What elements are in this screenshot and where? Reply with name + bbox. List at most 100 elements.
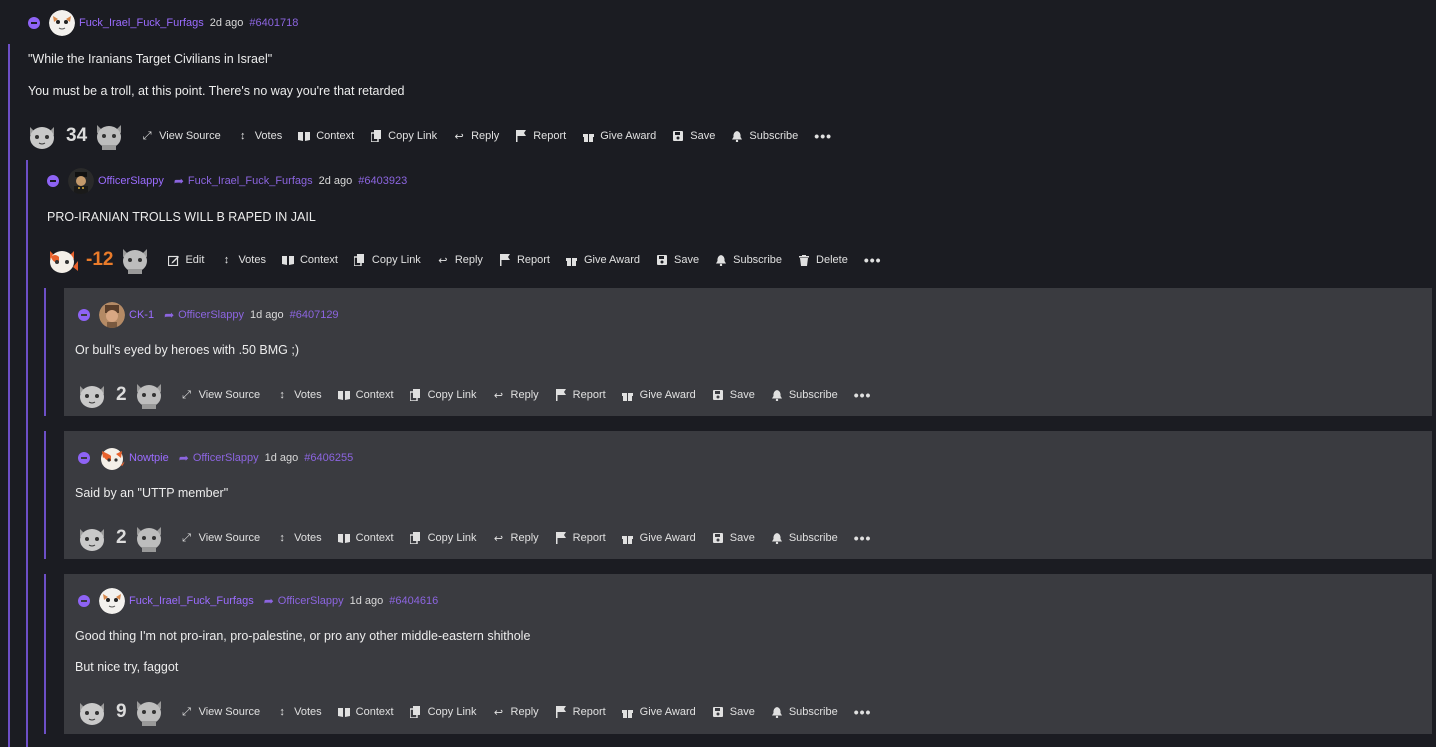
ellipsis-icon[interactable]: ••• (854, 530, 872, 546)
reply-button[interactable]: ↩ Reply (453, 130, 499, 143)
ellipsis-icon[interactable]: ••• (814, 128, 832, 144)
context-button[interactable]: Context (281, 254, 338, 266)
comment-body: Good thing I'm not pro-iran, pro-palesti… (75, 629, 1422, 674)
view-source-button[interactable]: ⤢ View Source (181, 532, 260, 545)
reply-button[interactable]: ↩ Reply (437, 254, 483, 267)
thread-line-level-1[interactable] (26, 160, 28, 747)
reply-to-link[interactable]: ➦ OfficerSlappy (164, 308, 244, 322)
cat-upvote-icon[interactable] (44, 242, 80, 278)
delete-button[interactable]: Delete (798, 254, 848, 266)
copy-link-button[interactable]: Copy Link (410, 389, 477, 401)
comment-header: Nowtpie ➦ OfficerSlappy 1d ago #6406255 (78, 445, 1422, 471)
bell-icon (771, 389, 783, 401)
cat-downvote-icon[interactable] (131, 694, 167, 730)
comment-id-link[interactable]: #6404616 (389, 595, 438, 607)
give-award-button[interactable]: Give Award (566, 254, 640, 266)
cat-downvote-icon[interactable] (91, 118, 127, 154)
view-source-button[interactable]: ⤢ View Source (141, 130, 221, 143)
cat-downvote-icon[interactable] (117, 242, 153, 278)
thread-line-level-2a[interactable] (44, 288, 46, 416)
ellipsis-icon[interactable]: ••• (854, 704, 872, 720)
report-button[interactable]: Report (499, 254, 550, 266)
ellipsis-icon[interactable]: ••• (864, 252, 882, 268)
bell-icon (731, 130, 743, 142)
view-source-button[interactable]: ⤢ View Source (181, 389, 260, 402)
copy-link-button[interactable]: Copy Link (410, 706, 477, 718)
subscribe-button[interactable]: Subscribe (715, 254, 782, 266)
votes-button[interactable]: ↕ Votes (220, 254, 266, 266)
avatar[interactable] (99, 588, 125, 614)
cat-upvote-icon[interactable] (74, 694, 110, 730)
report-button[interactable]: Report (555, 532, 606, 544)
thread-line-level-2b[interactable] (44, 431, 46, 559)
give-award-button[interactable]: Give Award (582, 130, 656, 142)
context-button[interactable]: Context (337, 389, 394, 401)
collapse-icon[interactable] (47, 175, 59, 187)
give-award-button[interactable]: Give Award (622, 532, 696, 544)
reply-button[interactable]: ↩ Reply (493, 706, 539, 719)
edit-button[interactable]: Edit (167, 254, 204, 266)
save-button[interactable]: Save (656, 254, 699, 266)
username-link[interactable]: Fuck_Irael_Fuck_Furfags (129, 595, 254, 607)
username-link[interactable]: OfficerSlappy (98, 175, 164, 187)
reply-arrow-icon: ➦ (173, 174, 184, 188)
save-button[interactable]: Save (712, 706, 755, 718)
copy-link-button[interactable]: Copy Link (354, 254, 421, 266)
comment-id-link[interactable]: #6407129 (290, 309, 339, 321)
action-label: Reply (454, 254, 483, 266)
username-link[interactable]: Fuck_Irael_Fuck_Furfags (79, 17, 204, 29)
reply-button[interactable]: ↩ Reply (493, 532, 539, 545)
avatar[interactable] (99, 302, 125, 328)
give-award-button[interactable]: Give Award (622, 706, 696, 718)
avatar[interactable] (68, 168, 94, 194)
copy-link-button[interactable]: Copy Link (410, 532, 477, 544)
save-button[interactable]: Save (712, 532, 755, 544)
comment-id-link[interactable]: #6401718 (249, 17, 298, 29)
subscribe-button[interactable]: Subscribe (771, 706, 838, 718)
timestamp: 1d ago (349, 595, 384, 607)
collapse-icon[interactable] (28, 17, 40, 29)
save-button[interactable]: Save (712, 389, 755, 401)
give-award-button[interactable]: Give Award (622, 389, 696, 401)
cat-upvote-icon[interactable] (74, 377, 110, 413)
report-button[interactable]: Report (515, 130, 566, 142)
votes-button[interactable]: ↕ Votes (276, 706, 321, 718)
report-button[interactable]: Report (555, 706, 606, 718)
context-button[interactable]: Context (337, 532, 394, 544)
votes-button[interactable]: ↕ Votes (237, 130, 282, 142)
comment-id-link[interactable]: #6406255 (304, 452, 353, 464)
context-button[interactable]: Context (298, 130, 354, 142)
collapse-icon[interactable] (78, 309, 90, 321)
thread-line-root[interactable] (8, 44, 10, 747)
reply-to-link[interactable]: ➦ Fuck_Irael_Fuck_Furfags (174, 174, 313, 188)
save-button[interactable]: Save (672, 130, 715, 142)
username-link[interactable]: Nowtpie (129, 452, 169, 464)
subscribe-button[interactable]: Subscribe (771, 389, 838, 401)
username-link[interactable]: CK-1 (129, 309, 154, 321)
cat-downvote-icon[interactable] (131, 520, 167, 556)
avatar[interactable] (49, 10, 75, 36)
subscribe-button[interactable]: Subscribe (771, 532, 838, 544)
cat-upvote-icon[interactable] (24, 118, 60, 154)
view-source-button[interactable]: ⤢ View Source (181, 706, 260, 719)
votes-button[interactable]: ↕ Votes (276, 532, 321, 544)
report-button[interactable]: Report (555, 389, 606, 401)
comment-id-link[interactable]: #6403923 (358, 175, 407, 187)
avatar[interactable] (99, 445, 125, 471)
collapse-icon[interactable] (78, 595, 90, 607)
context-button[interactable]: Context (337, 706, 394, 718)
cat-upvote-icon[interactable] (74, 520, 110, 556)
reply-to-link[interactable]: ➦ OfficerSlappy (264, 594, 344, 608)
subscribe-button[interactable]: Subscribe (731, 130, 798, 142)
ellipsis-icon[interactable]: ••• (854, 387, 872, 403)
copy-link-button[interactable]: Copy Link (370, 130, 437, 142)
reply-button[interactable]: ↩ Reply (493, 389, 539, 402)
action-label: Subscribe (788, 389, 838, 401)
flag-icon (499, 254, 511, 266)
book-icon (281, 254, 294, 266)
reply-to-link[interactable]: ➦ OfficerSlappy (179, 451, 259, 465)
collapse-icon[interactable] (78, 452, 90, 464)
votes-button[interactable]: ↕ Votes (276, 389, 321, 401)
thread-line-level-2c[interactable] (44, 574, 46, 734)
cat-downvote-icon[interactable] (131, 377, 167, 413)
